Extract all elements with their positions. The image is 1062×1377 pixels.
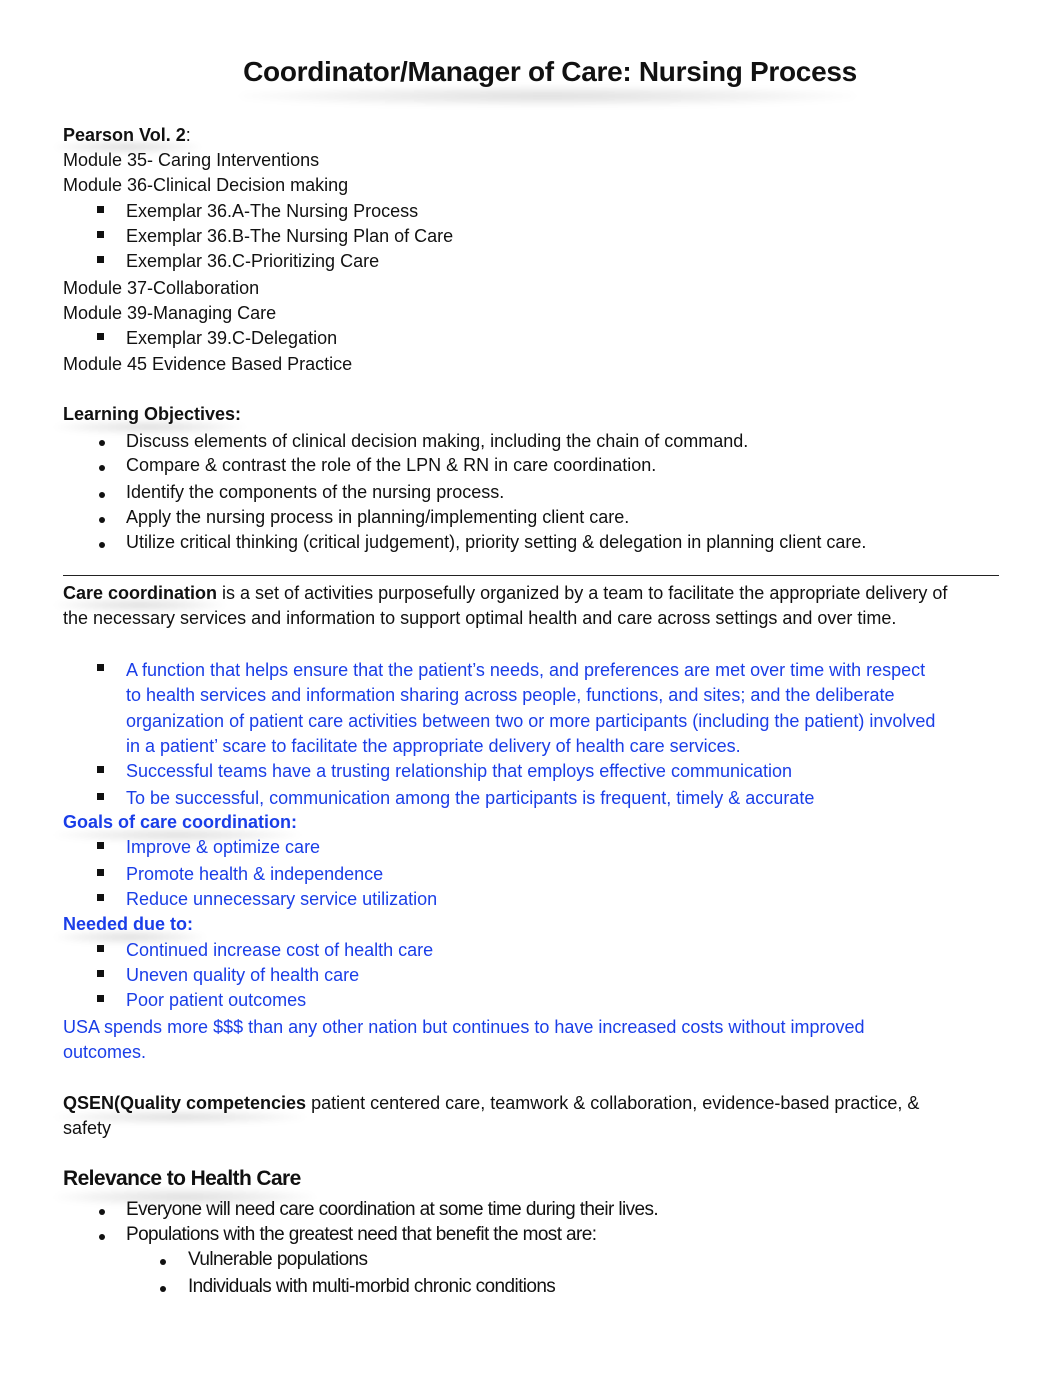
objective-item: Utilize critical thinking (critical judg… — [126, 532, 867, 552]
horizontal-divider — [63, 575, 999, 576]
square-bullet-icon — [97, 231, 104, 238]
bullet-icon — [99, 440, 105, 446]
objective-item: Compare & contrast the role of the LPN &… — [126, 455, 657, 475]
square-bullet-icon — [97, 995, 104, 1002]
goals-heading: Goals of care coordination: — [63, 812, 298, 832]
document-page: Coordinator/Manager of Care: Nursing Pro… — [0, 0, 1062, 1377]
care-coordination-bullet-line: Successful teams have a trusting relatio… — [126, 761, 792, 781]
relevance-subitem: Vulnerable populations — [188, 1249, 368, 1270]
objectives-heading: Learning Objectives: — [63, 404, 242, 424]
square-bullet-icon — [97, 256, 104, 263]
qsen-label: QSEN(Quality competencies — [63, 1093, 307, 1113]
objective-item: Discuss elements of clinical decision ma… — [126, 431, 749, 451]
goal-item: Reduce unnecessary service utilization — [126, 889, 438, 909]
readings-heading: Pearson Vol. 2: — [63, 123, 191, 148]
bullet-icon — [99, 517, 105, 523]
definition-text: the necessary services and information t… — [63, 608, 897, 628]
reading-subitem: Exemplar 36.C-Prioritizing Care — [126, 251, 380, 271]
square-bullet-icon — [97, 970, 104, 977]
objective-item: Apply the nursing process in planning/im… — [126, 507, 630, 527]
relevance-item: Everyone will need care coordination at … — [126, 1199, 659, 1220]
qsen-line: QSEN(Quality competencies patient center… — [63, 1091, 919, 1116]
square-bullet-icon — [97, 206, 104, 213]
care-coordination-bullet-line: to health services and information shari… — [126, 685, 895, 705]
care-coordination-bullet-line: To be successful, communication among th… — [126, 788, 815, 808]
page-title: Coordinator/Manager of Care: Nursing Pro… — [243, 56, 857, 87]
reading-item: Module 36-Clinical Decision making — [63, 175, 349, 195]
reading-item: Module 35- Caring Interventions — [63, 150, 320, 170]
readings-heading-colon: : — [185, 125, 191, 145]
reading-subitem: Exemplar 36.A-The Nursing Process — [126, 201, 419, 221]
relevance-subitem: Individuals with multi-morbid chronic co… — [188, 1276, 556, 1297]
definition-text: is a set of activities purposefully orga… — [217, 583, 948, 603]
goal-item: Promote health & independence — [126, 864, 384, 884]
relevance-item: Populations with the greatest need that … — [126, 1224, 597, 1245]
relevance-heading: Relevance to Health Care — [63, 1167, 301, 1190]
reading-item: Module 39-Managing Care — [63, 303, 277, 323]
square-bullet-icon — [97, 664, 104, 671]
bullet-icon — [99, 465, 105, 471]
usa-note-line: outcomes. — [63, 1042, 147, 1062]
bullet-icon — [99, 1234, 105, 1240]
care-coordination-bullet-line: in a patient’ scare to facilitate the ap… — [126, 736, 741, 756]
needed-heading: Needed due to: — [63, 914, 194, 934]
reading-item: Module 45 Evidence Based Practice — [63, 354, 353, 374]
objective-item: Identify the components of the nursing p… — [126, 482, 505, 502]
square-bullet-icon — [97, 333, 104, 340]
care-coordination-bullet-line: A function that helps ensure that the pa… — [126, 660, 926, 680]
care-coordination-bullet-line: organization of patient care activities … — [126, 711, 936, 731]
qsen-text: safety — [63, 1118, 112, 1138]
bullet-icon — [99, 1209, 105, 1215]
square-bullet-icon — [97, 793, 104, 800]
needed-item: Uneven quality of health care — [126, 965, 360, 985]
square-bullet-icon — [97, 945, 104, 952]
readings-heading-label: Pearson Vol. 2 — [63, 125, 186, 145]
title-shadow — [240, 86, 855, 106]
square-bullet-icon — [97, 894, 104, 901]
care-coordination-definition: Care coordination is a set of activities… — [63, 581, 947, 606]
needed-item: Poor patient outcomes — [126, 990, 307, 1010]
bullet-icon — [99, 542, 105, 548]
reading-item: Module 37-Collaboration — [63, 278, 260, 298]
reading-subitem: Exemplar 36.B-The Nursing Plan of Care — [126, 226, 454, 246]
care-coordination-term: Care coordination — [63, 583, 218, 603]
square-bullet-icon — [97, 869, 104, 876]
square-bullet-icon — [97, 766, 104, 773]
bullet-icon — [160, 1286, 166, 1292]
bullet-icon — [99, 492, 105, 498]
square-bullet-icon — [97, 842, 104, 849]
qsen-text: patient centered care, teamwork & collab… — [306, 1093, 920, 1113]
needed-item: Continued increase cost of health care — [126, 940, 434, 960]
bullet-icon — [160, 1259, 166, 1265]
usa-note-line: USA spends more $$$ than any other natio… — [63, 1017, 865, 1037]
goal-item: Improve & optimize care — [126, 837, 321, 857]
reading-subitem: Exemplar 39.C-Delegation — [126, 328, 338, 348]
